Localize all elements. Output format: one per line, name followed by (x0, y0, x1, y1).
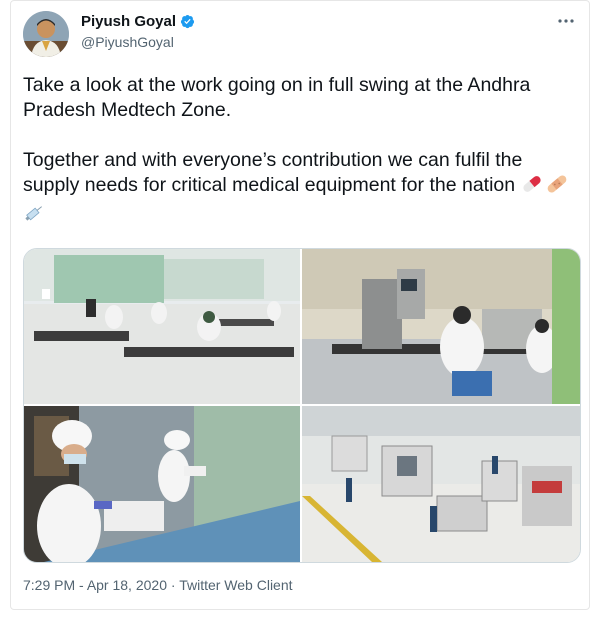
tweet-card: Piyush Goyal @PiyushGoyal Take a look at… (10, 0, 590, 610)
bandage-emoji-icon (546, 173, 568, 202)
tweet-time[interactable]: 7:29 PM (23, 577, 75, 593)
tweet-date[interactable]: Apr 18, 2020 (87, 577, 167, 593)
pill-emoji-icon (521, 173, 543, 202)
photo-factory-floor[interactable] (24, 249, 300, 404)
tweet-paragraph-1: Take a look at the work going on in full… (23, 74, 531, 121)
factory-floor-photo-icon (24, 249, 300, 404)
lab-machines-photo-icon (302, 249, 580, 404)
photo-lab-machines[interactable] (302, 249, 580, 404)
more-options-icon[interactable] (557, 11, 575, 29)
syringe-emoji-icon (23, 202, 45, 231)
meta-separator-1: - (79, 577, 87, 593)
author-display-name[interactable]: Piyush Goyal (81, 13, 176, 30)
tweet-media-grid[interactable] (23, 248, 581, 563)
tweet-paragraph-2: Together and with everyone’s contributio… (23, 148, 579, 231)
tweet-client[interactable]: Twitter Web Client (179, 577, 292, 593)
workers-assembling-photo-icon (24, 406, 300, 562)
meta-separator-2: · (170, 577, 180, 593)
author-handle[interactable]: @PiyushGoyal (81, 34, 174, 50)
profile-photo-icon (23, 11, 69, 57)
author-avatar[interactable] (23, 11, 69, 57)
verified-badge-icon (180, 14, 195, 29)
tweet-meta: 7:29 PM - Apr 18, 2020 · Twitter Web Cli… (23, 577, 293, 593)
tweet-text: Take a look at the work going on in full… (23, 73, 579, 231)
cnc-machine-shop-photo-icon (302, 406, 580, 562)
author-name-row: Piyush Goyal (81, 13, 195, 30)
tweet-paragraph-2-text: Together and with everyone’s contributio… (23, 149, 523, 196)
photo-workers-assembling[interactable] (24, 406, 300, 562)
photo-cnc-machine-shop[interactable] (302, 406, 580, 562)
